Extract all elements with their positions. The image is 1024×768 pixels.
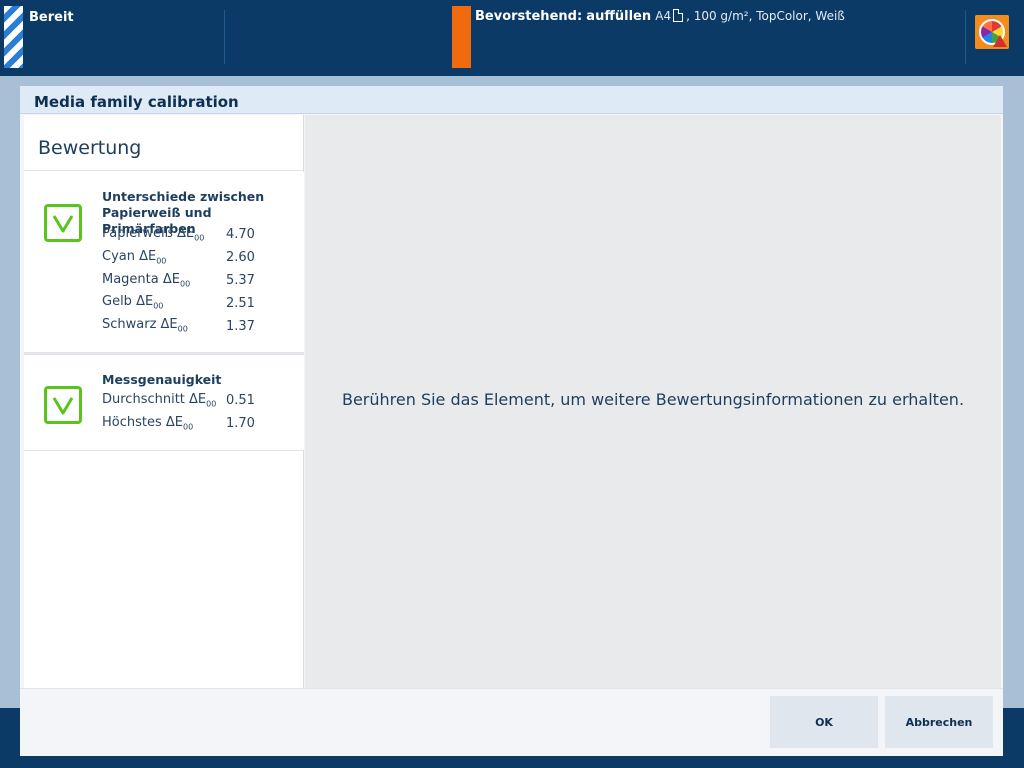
upcoming-label: Bevorstehend:: [475, 9, 583, 24]
details-panel: Berühren Sie das Element, um weitere Bew…: [305, 115, 1001, 688]
metric-label: Schwarz ΔE00: [102, 317, 188, 334]
divider: [965, 10, 966, 64]
metric-value: 2.51: [226, 296, 255, 311]
dialog-header: Media family calibration: [20, 86, 1003, 114]
check-icon: [44, 204, 82, 242]
status-bar: Bereit Bevorstehend: auffüllen A4 , 100 g…: [0, 0, 1024, 76]
metric-value: 0.51: [226, 393, 255, 408]
evaluation-panel: Bewertung Unterschiede zwischen Papierwe…: [24, 115, 304, 688]
metric-value: 2.60: [226, 250, 255, 265]
metric-label: Magenta ΔE00: [102, 272, 191, 289]
metric-value: 4.70: [226, 227, 255, 242]
dialog-footer: OK Abbrechen: [20, 688, 1003, 756]
cancel-button[interactable]: Abbrechen: [885, 696, 993, 748]
panel-heading: Bewertung: [38, 137, 142, 159]
metric-label: Durchschnitt ΔE00: [102, 392, 217, 409]
check-icon: [44, 386, 82, 424]
metric-value: 5.37: [226, 273, 255, 288]
paper-size: A4: [655, 9, 672, 23]
warning-triangle-icon: [993, 35, 1007, 47]
upcoming-warning-indicator[interactable]: [452, 6, 471, 68]
printer-status-text: Bereit: [29, 10, 74, 25]
upcoming-action-text: auffüllen: [586, 9, 652, 24]
info-message: Berühren Sie das Element, um weitere Bew…: [341, 390, 965, 409]
evaluation-card-primaries[interactable]: Unterschiede zwischen Papierweiß und Pri…: [24, 172, 304, 353]
divider: [224, 10, 225, 64]
metric-label: Papierweiß ΔE00: [102, 226, 205, 243]
upcoming-action[interactable]: Bevorstehend: auffüllen A4 , 100 g/m², To…: [475, 9, 845, 24]
ok-button[interactable]: OK: [770, 696, 878, 748]
color-warning-icon[interactable]: [975, 15, 1009, 49]
evaluation-card-accuracy[interactable]: Messgenauigkeit Durchschnitt ΔE00 0.51 H…: [24, 355, 304, 451]
printer-status-indicator[interactable]: [4, 6, 23, 68]
metric-label: Gelb ΔE00: [102, 294, 164, 311]
divider: [24, 170, 304, 171]
calibration-dialog: Media family calibration Bewertung Unter…: [20, 86, 1003, 756]
metric-value: 1.70: [226, 416, 255, 431]
dialog-title: Media family calibration: [34, 93, 239, 111]
card-title: Messgenauigkeit: [102, 372, 222, 387]
metric-value: 1.37: [226, 319, 255, 334]
metric-label: Höchstes ΔE00: [102, 415, 194, 432]
metric-label: Cyan ΔE00: [102, 249, 167, 266]
paper-details: , 100 g/m², TopColor, Weiß: [686, 9, 845, 23]
document-icon: [673, 9, 684, 22]
